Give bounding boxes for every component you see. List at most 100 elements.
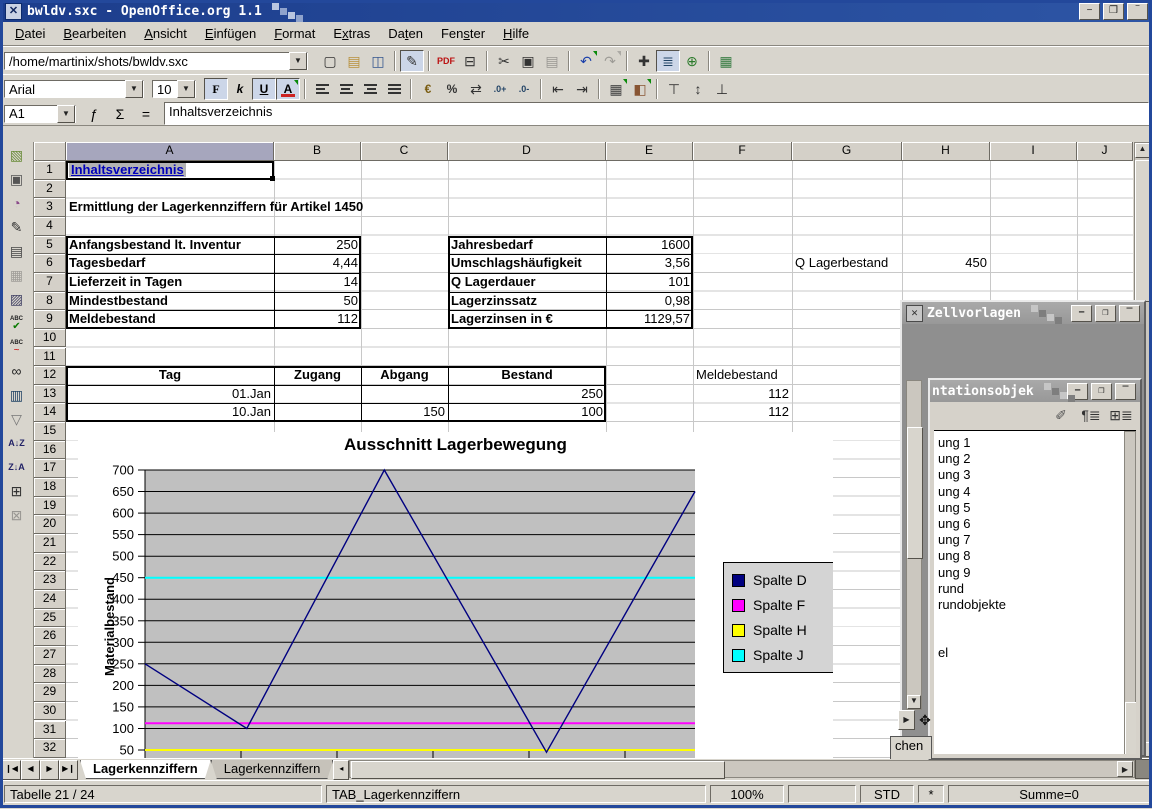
sum-button[interactable]: Σ [110,103,130,125]
borders-dropdown-icon[interactable] [623,79,627,84]
row-header-22[interactable]: 22 [34,553,66,572]
italic-button[interactable]: k [228,78,252,100]
name-box-dropdown-icon[interactable]: ▼ [57,105,75,123]
bold-button[interactable]: F [204,78,228,100]
cell-A3[interactable]: Ermittlung der Lagerkennziffern für Arti… [66,198,366,217]
tab-splitter[interactable]: ◂ [333,760,349,780]
embedded-chart[interactable]: Ausschnitt Lagerbewegung Materialbestand… [78,432,833,758]
minimize-icon[interactable]: − [1079,3,1100,20]
style-list-item[interactable]: ung 2 [934,451,1136,467]
column-header-G[interactable]: G [792,142,902,161]
row-header-5[interactable]: 5 [34,236,66,255]
last-sheet-icon[interactable]: ▶❙ [59,760,78,780]
delete-decimal-button[interactable]: .0- [512,78,536,100]
cell-H6[interactable]: 450 [902,254,990,273]
scrollbar-thumb[interactable] [1125,702,1136,754]
scroll-right-icon[interactable]: ▶ [1117,761,1133,777]
sheet-tab-0[interactable]: Lagerkennziffern [80,760,211,779]
background-color-dropdown-icon[interactable] [647,79,651,84]
shade-icon[interactable]: ‾ [1127,3,1148,20]
open-button[interactable]: ▤ [342,50,366,72]
row-header-29[interactable]: 29 [34,683,66,702]
row-header-9[interactable]: 9 [34,310,66,329]
align-bottom-button[interactable]: ⊥ [710,78,734,100]
style-list-item[interactable]: el [934,645,1136,661]
next-sheet-icon[interactable]: ▶ [40,760,59,780]
row-header-4[interactable]: 4 [34,217,66,236]
sort-descending-button[interactable]: Z↓A [5,456,29,478]
hyperlink-internet-button[interactable]: ⊕ [680,50,704,72]
paste-button[interactable]: ▤ [540,50,564,72]
sheet-tab-1[interactable]: Lagerkennziffern [211,760,334,779]
row-header-28[interactable]: 28 [34,665,66,684]
row-header-27[interactable]: 27 [34,646,66,665]
menu-fenster[interactable]: Fenster [432,24,494,43]
style-list-item[interactable]: rundobjekte [934,597,1136,613]
font-size-combo[interactable]: 10 ▼ [152,80,196,98]
previous-sheet-icon[interactable]: ◀ [21,760,40,780]
row-header-15[interactable]: 15 [34,422,66,441]
style-list-item[interactable]: ung 7 [934,532,1136,548]
style-list-item[interactable]: ung 8 [934,548,1136,564]
auto-spellcheck-button[interactable]: ABC~ [5,336,29,358]
style-list-item[interactable]: ung 4 [934,484,1136,500]
insert-rows-button[interactable]: ▦ [5,264,29,286]
align-vcenter-button[interactable]: ↕ [686,78,710,100]
font-color-dropdown-icon[interactable] [294,80,298,85]
horizontal-scrollbar-thumb[interactable] [351,761,725,779]
spellcheck-button[interactable]: ABC✔ [5,312,29,334]
ungroup-button[interactable]: ⊠ [5,504,29,526]
insert-cells-button[interactable]: ▣ [5,168,29,190]
group-button[interactable]: ⊞ [5,480,29,502]
close-icon[interactable]: ✕ [5,3,22,20]
row-header-14[interactable]: 14 [34,403,66,422]
move-handle-icon[interactable]: ✥ [915,710,935,730]
style-list-item[interactable]: ung 9 [934,565,1136,581]
style-list[interactable]: ung 1ung 2ung 3ung 4ung 5ung 6ung 7ung 8… [934,430,1136,754]
column-header-J[interactable]: J [1077,142,1133,161]
column-header-A[interactable]: A [66,142,274,161]
print-button[interactable]: ⊟ [458,50,482,72]
stylist-button[interactable]: ≣ [656,50,680,72]
menu-bearbeiten[interactable]: Bearbeiten [54,24,135,43]
redo-dropdown-icon[interactable] [617,51,621,56]
row-header-12[interactable]: 12 [34,366,66,385]
row-header-32[interactable]: 32 [34,739,66,758]
insert-form-button[interactable]: ▤ [5,240,29,262]
shade-icon[interactable]: ‾ [1119,305,1140,322]
insert-chart-button[interactable]: ◔ [5,192,29,214]
menu-hilfe[interactable]: Hilfe [494,24,538,43]
row-header-25[interactable]: 25 [34,609,66,628]
menu-datei[interactable]: Datei [6,24,54,43]
new-document-button[interactable]: ▢ [318,50,342,72]
row-header-7[interactable]: 7 [34,273,66,292]
align-right-button[interactable] [358,78,382,100]
number-format-standard-button[interactable]: ⇄ [464,78,488,100]
redo-button[interactable]: ↷ [598,50,622,72]
menu-einfgen[interactable]: Einfügen [196,24,265,43]
row-header-8[interactable]: 8 [34,292,66,311]
url-dropdown-icon[interactable]: ▼ [289,52,307,70]
function-button[interactable]: = [136,103,156,125]
edit-mode-button[interactable]: ✎ [400,50,424,72]
style-list-item[interactable]: ung 3 [934,467,1136,483]
styles-list-scrollbar[interactable]: ▼ [906,380,922,710]
row-header-31[interactable]: 31 [34,721,66,740]
cut-button[interactable]: ✂ [492,50,516,72]
column-header-B[interactable]: B [274,142,361,161]
resize-grip[interactable] [1135,759,1152,779]
undo-button[interactable]: ↶ [574,50,598,72]
column-header-D[interactable]: D [448,142,606,161]
find-replace-button[interactable]: ∞ [5,360,29,382]
add-decimal-button[interactable]: .0+ [488,78,512,100]
column-header-E[interactable]: E [606,142,693,161]
new-style-from-selection-button[interactable]: ¶≣ [1080,405,1102,425]
column-header-H[interactable]: H [902,142,990,161]
row-header-19[interactable]: 19 [34,497,66,516]
maximize-icon[interactable]: ❒ [1091,383,1112,400]
undo-dropdown-icon[interactable] [593,51,597,56]
row-header-17[interactable]: 17 [34,459,66,478]
row-header-1[interactable]: 1 [34,161,66,180]
cell-F14[interactable]: 112 [693,403,792,422]
align-left-button[interactable] [310,78,334,100]
